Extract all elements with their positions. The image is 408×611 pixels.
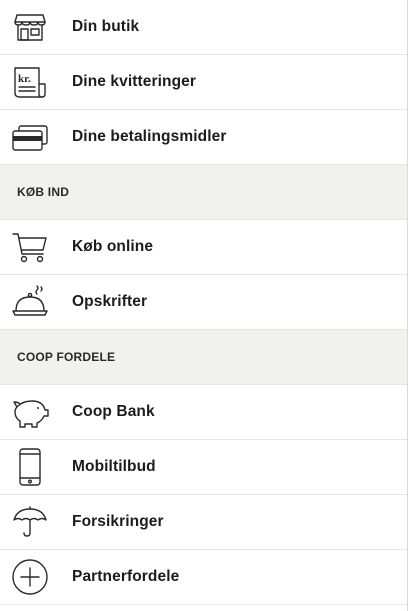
menu-item-mobiltilbud[interactable]: Mobiltilbud (0, 440, 407, 495)
menu-item-label: Køb online (72, 238, 154, 255)
menu-item-dine-kvitteringer[interactable]: kr. Dine kvitteringer (0, 55, 407, 110)
section-title: KØB IND (17, 185, 70, 199)
umbrella-icon (10, 502, 50, 542)
section-header-coop-fordele: COOP FORDELE (0, 330, 407, 385)
piggy-bank-icon (10, 392, 50, 432)
receipt-icon: kr. (10, 62, 50, 102)
navigation-menu: Din butik kr. Dine kvitteringer Dine bet… (0, 0, 408, 611)
menu-item-forsikringer[interactable]: Forsikringer (0, 495, 407, 550)
menu-item-label: Dine betalingsmidler (72, 128, 227, 145)
plus-circle-icon (10, 557, 50, 597)
menu-item-label: Din butik (72, 18, 140, 35)
menu-item-label: Mobiltilbud (72, 458, 156, 475)
menu-item-dine-betalingsmidler[interactable]: Dine betalingsmidler (0, 110, 407, 165)
receipt-icon-text: kr. (18, 73, 31, 85)
payment-cards-icon (10, 117, 50, 157)
mobile-phone-icon (10, 447, 50, 487)
menu-item-opskrifter[interactable]: Opskrifter (0, 275, 407, 330)
menu-item-koeb-online[interactable]: Køb online (0, 220, 407, 275)
section-title: COOP FORDELE (17, 350, 116, 364)
store-icon (10, 7, 50, 47)
menu-item-label: Dine kvitteringer (72, 73, 197, 90)
menu-item-coop-bank[interactable]: Coop Bank (0, 385, 407, 440)
menu-item-label: Opskrifter (72, 293, 148, 310)
section-header-koeb-ind: KØB IND (0, 165, 407, 220)
menu-item-label: Forsikringer (72, 513, 164, 530)
menu-item-partnerfordele[interactable]: Partnerfordele (0, 550, 407, 605)
shopping-cart-icon (10, 227, 50, 267)
menu-item-label: Coop Bank (72, 403, 155, 420)
cloche-icon (10, 282, 50, 322)
menu-item-label: Partnerfordele (72, 568, 180, 585)
menu-item-din-butik[interactable]: Din butik (0, 0, 407, 55)
